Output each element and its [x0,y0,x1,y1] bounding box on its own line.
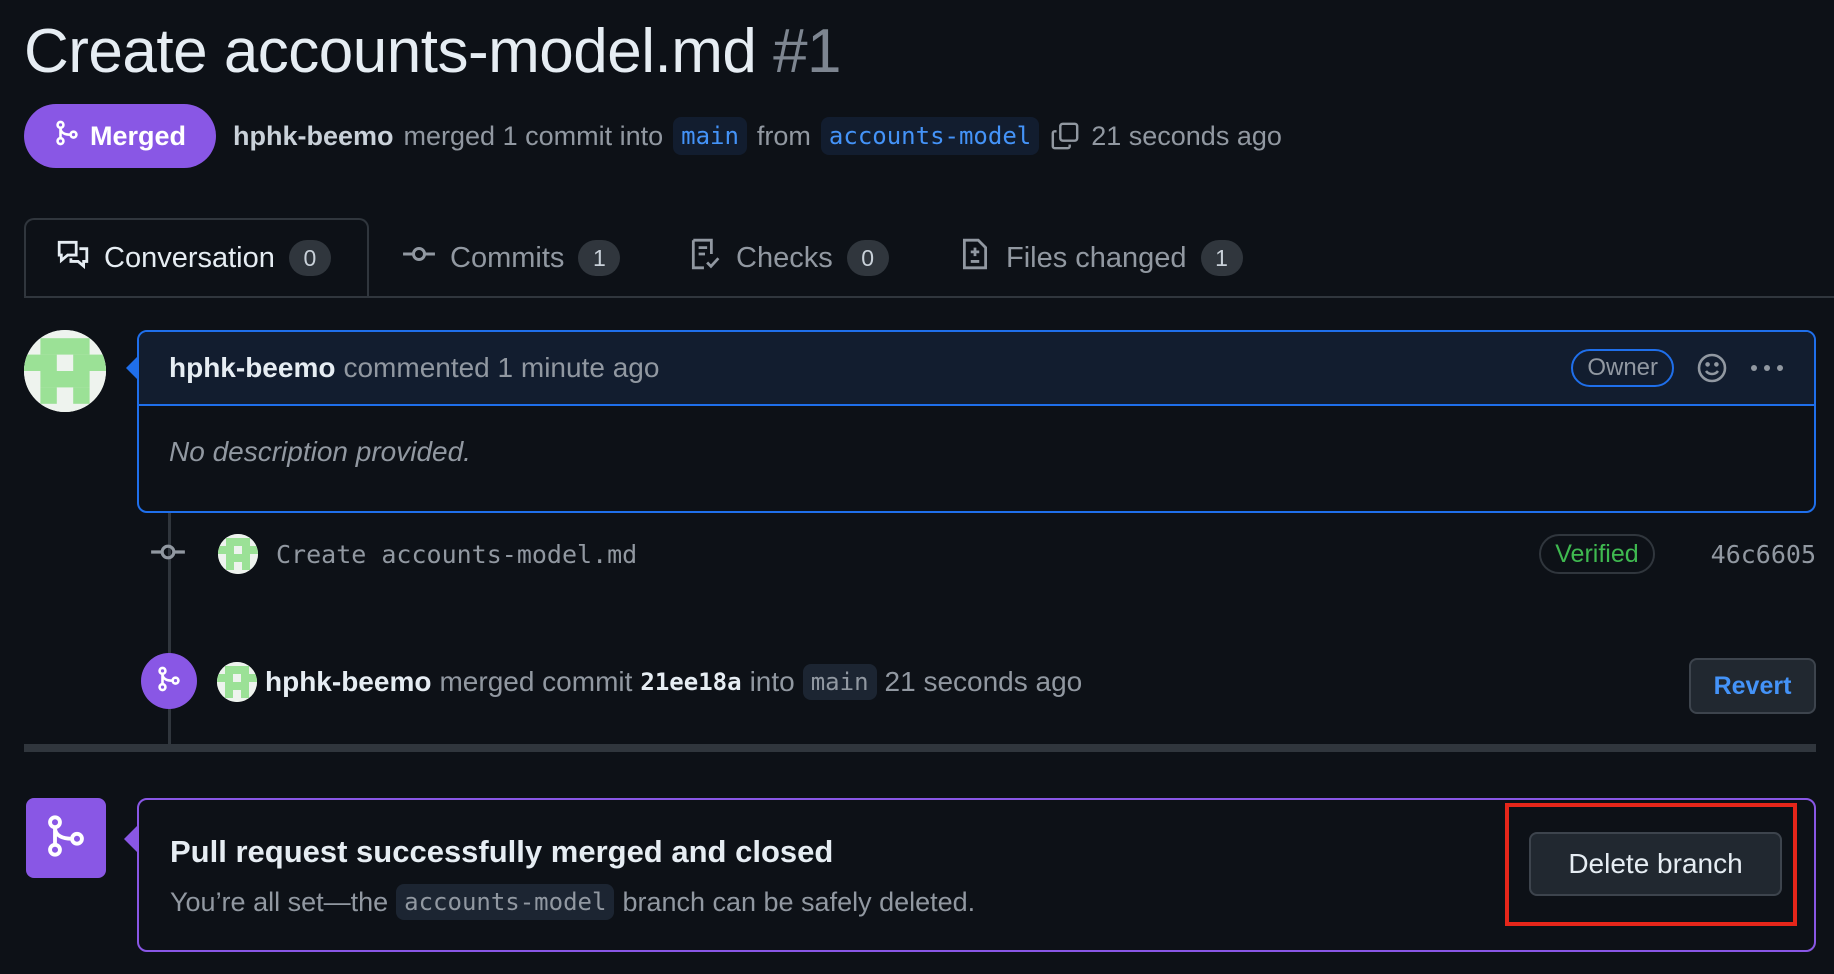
pr-time: 21 seconds ago [1091,120,1282,151]
merge-commit-text: merged commit [439,666,633,697]
base-branch-link[interactable]: main [673,117,747,155]
smiley-icon[interactable] [1696,352,1728,384]
merged-status-icon-box [26,798,106,878]
tab-conversation[interactable]: Conversation 0 [56,218,331,298]
merged-state-badge: Merged [24,104,216,168]
comment-box: hphk-beemo commented 1 minute ago Owner … [137,330,1816,513]
tab-conversation-label: Conversation [104,241,275,274]
merge-author-link[interactable]: hphk-beemo [265,666,431,698]
tab-files-changed-label: Files changed [1006,241,1187,274]
tab-commits[interactable]: Commits 1 [402,218,621,298]
merged-status-title: Pull request successfully merged and clo… [170,834,834,869]
pr-merged-text: merged 1 commit into [403,120,664,151]
comment-meta[interactable]: commented 1 minute ago [343,352,659,384]
merge-commit-sha-link[interactable]: 21ee18a [640,668,741,696]
page-title: Create accounts-model.md #1 [24,14,842,90]
section-divider [24,744,1816,752]
comment-body: No description provided. [169,436,471,467]
tab-conversation-counter: 0 [288,240,331,276]
tab-files-changed[interactable]: Files changed 1 [958,218,1243,298]
git-commit-icon [150,534,186,575]
file-diff-icon [958,237,992,279]
commit-row: Create accounts-model.md Verified 46c660… [150,532,1816,576]
git-merge-icon [44,814,88,863]
git-merge-icon [54,120,80,153]
tab-commits-label: Commits [450,241,565,274]
merged-sub-prefix: You’re all set—the [170,886,389,917]
tab-checks-label: Checks [736,241,833,274]
git-commit-icon [402,237,436,279]
merge-into-text: into [749,666,795,697]
head-branch-link[interactable]: accounts-model [820,117,1040,155]
pr-author-link[interactable]: hphk-beemo [233,121,394,152]
pr-number: #1 [773,17,842,86]
pr-from-text: from [756,120,811,151]
tab-commits-counter: 1 [578,240,621,276]
copy-icon[interactable] [1049,120,1081,152]
merged-status-subtitle: You’re all set—the accounts-model branch… [170,884,975,920]
merge-branch-link[interactable]: main [802,664,877,700]
merge-event-badge [141,653,197,709]
merged-sub-suffix: branch can be safely deleted. [622,886,976,917]
commit-message-link[interactable]: Create accounts-model.md [276,540,637,569]
pr-title-text: Create accounts-model.md [24,17,757,86]
kebab-horizontal-icon[interactable] [1750,363,1784,373]
avatar[interactable] [218,534,258,574]
merge-event: hphk-beemo merged commit 21ee18a into ma… [217,661,1082,703]
pr-meta: hphk-beemo merged 1 commit into main fro… [233,112,1282,160]
delete-branch-button[interactable]: Delete branch [1529,832,1782,896]
tab-checks-counter: 0 [846,240,889,276]
tab-checks[interactable]: Checks 0 [688,218,889,298]
merged-state-label: Merged [89,120,187,151]
merged-box-caret [124,826,137,852]
tab-files-changed-counter: 1 [1200,240,1243,276]
merged-branch-name: accounts-model [396,884,615,920]
comment-discussion-icon [56,237,90,279]
comment-author-link[interactable]: hphk-beemo [169,352,335,384]
merge-time[interactable]: 21 seconds ago [885,666,1083,698]
avatar[interactable] [24,330,106,412]
commit-sha-link[interactable]: 46c6605 [1711,540,1816,569]
verified-badge[interactable]: Verified [1539,534,1655,574]
owner-badge: Owner [1571,349,1674,387]
revert-button[interactable]: Revert [1689,658,1816,714]
checklist-icon [688,237,722,279]
comment-header: hphk-beemo commented 1 minute ago Owner [139,332,1814,406]
git-merge-icon [156,666,182,697]
avatar[interactable] [217,662,257,702]
